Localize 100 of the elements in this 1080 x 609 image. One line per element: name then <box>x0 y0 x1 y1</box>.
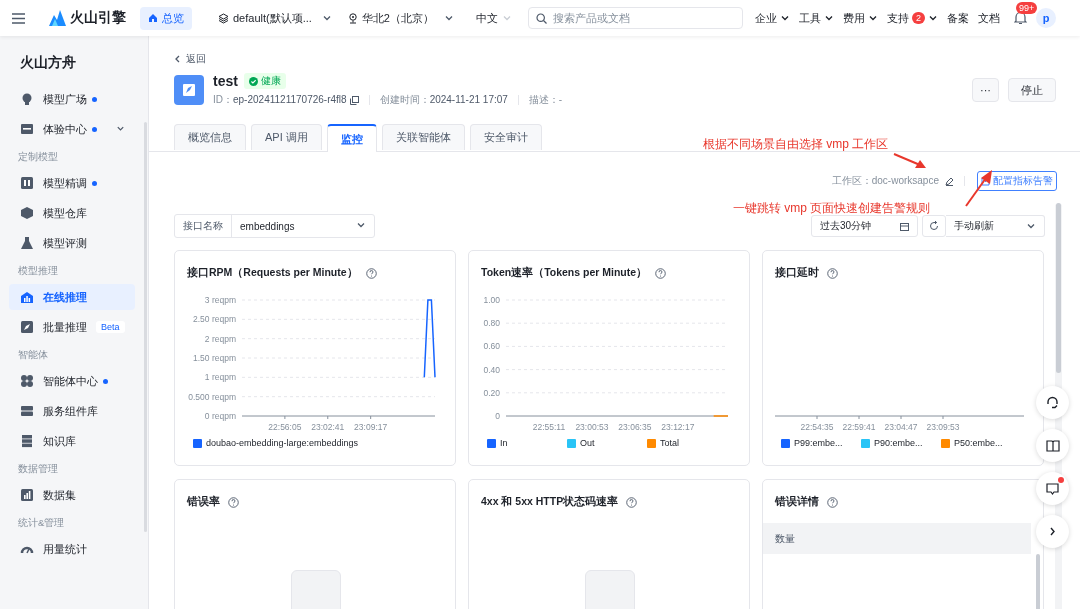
x-tick-label: 23:06:35 <box>618 422 652 432</box>
edit-icon[interactable] <box>945 176 954 186</box>
home-button[interactable]: 总览 <box>140 6 192 30</box>
layers-icon <box>218 12 229 24</box>
help-icon[interactable] <box>626 496 638 508</box>
four-dots-icon <box>20 374 34 388</box>
language-selector[interactable]: 中文 <box>472 10 516 26</box>
support-button[interactable] <box>1036 386 1069 419</box>
y-tick-label: 0.60 <box>483 341 500 352</box>
x-tick-label: 23:04:47 <box>884 422 918 432</box>
annotation-arrow <box>964 168 994 208</box>
id-text: ID：ep-20241121170726-r4fl8 <box>213 93 347 107</box>
legend-label[interactable]: P50:embe... <box>954 438 1003 448</box>
chart-icon <box>20 488 34 502</box>
chevron-left-icon <box>174 55 181 63</box>
workspace-text: 工作区：doc-worksapce <box>831 174 939 188</box>
stop-button[interactable]: 停止 <box>1008 78 1056 102</box>
x-tick-label: 23:02:41 <box>311 422 345 432</box>
nav-link[interactable]: 备案 <box>947 10 969 26</box>
sidebar-item[interactable]: 批量推理 Beta <box>9 314 135 340</box>
sidebar-item[interactable]: 知识库 <box>9 428 135 454</box>
annotation-text: 根据不同场景自由选择 vmp 工作区 <box>703 136 889 153</box>
sidebar-item[interactable]: 服务组件库 <box>9 398 135 424</box>
chevron-down-icon <box>356 220 366 230</box>
refresh-mode-select[interactable]: 手动刷新 <box>946 215 1045 237</box>
y-tick-label: 2.50 reqpm <box>193 314 236 325</box>
back-link[interactable]: 返回 <box>174 52 206 66</box>
section-heading: 统计&管理 <box>18 517 65 530</box>
x-tick-label: 22:54:35 <box>800 422 834 432</box>
nav-menu[interactable]: 工具 <box>799 10 834 26</box>
nav-menu[interactable]: 支持 2 <box>887 10 938 26</box>
help-icon[interactable] <box>827 496 838 508</box>
tab[interactable]: 关联智能体 <box>381 124 465 150</box>
help-icon[interactable] <box>365 267 377 279</box>
sidebar-item[interactable]: 模型广场 <box>9 86 135 112</box>
search-icon <box>536 13 547 24</box>
nav-link[interactable]: 文档 <box>978 10 1000 26</box>
x-tick-label: 23:09:53 <box>926 422 960 432</box>
sidebar-item[interactable]: 模型仓库 <box>9 200 135 226</box>
time-range-picker[interactable]: 过去30分钟 <box>811 215 918 237</box>
help-icon[interactable] <box>228 496 239 508</box>
y-tick-label: 0 reqpm <box>204 411 236 421</box>
alert-config-button[interactable]: 配置指标告警 <box>977 171 1057 191</box>
y-tick-label: 1.50 reqpm <box>193 353 236 363</box>
created-text: 创建时间：2024-11-21 17:07 <box>379 93 508 107</box>
sidebar-item[interactable]: 在线推理 <box>9 284 135 310</box>
chevron-icon[interactable] <box>116 124 125 133</box>
y-tick-label: 3 reqpm <box>204 295 236 305</box>
refresh-button[interactable] <box>922 215 946 237</box>
tab[interactable]: 监控 <box>326 124 377 152</box>
sidebar-item[interactable]: 智能体中心 <box>9 368 135 394</box>
legend-label[interactable]: P99:embe... <box>794 438 843 448</box>
section-heading: 模型推理 <box>18 265 58 278</box>
bell-icon[interactable] <box>1013 11 1027 25</box>
message-icon <box>1046 482 1059 495</box>
logo-icon[interactable] <box>49 10 66 26</box>
sidebar-item[interactable]: 模型评测 <box>9 230 135 256</box>
location-icon <box>347 12 358 24</box>
cube-icon <box>20 206 34 220</box>
project-selector[interactable]: default(默认项... <box>214 10 336 26</box>
tab[interactable]: 安全审计 <box>469 124 542 150</box>
sidebar-item[interactable]: 体验中心 <box>9 116 135 142</box>
chevron-down-icon <box>868 13 878 23</box>
chevron-down-icon <box>321 13 332 23</box>
tab[interactable]: 概览信息 <box>174 124 246 150</box>
y-tick-label: 0 <box>495 411 500 421</box>
user-avatar[interactable]: p <box>1036 8 1056 28</box>
flask-icon <box>20 236 34 250</box>
region-selector[interactable]: 华北2（北京） <box>343 10 458 26</box>
chevron-down-icon <box>444 13 454 23</box>
tab[interactable]: API 调用 <box>251 124 322 150</box>
server-icon <box>20 434 34 448</box>
notification-badge: 99+ <box>1016 2 1038 14</box>
sidebar-item[interactable]: 模型精调 <box>9 170 135 196</box>
search-field[interactable]: 搜索产品或文档 <box>528 7 743 29</box>
logo-text[interactable]: 火山引擎 <box>70 9 126 27</box>
legend-label[interactable]: Total <box>660 438 679 448</box>
y-tick-label: 1.00 <box>483 295 500 305</box>
interface-select[interactable]: 接口名称 embeddings <box>174 214 375 238</box>
sidebar-item[interactable]: 数据集 <box>9 482 135 508</box>
more-button[interactable]: ··· <box>972 78 999 102</box>
menu-icon[interactable] <box>12 12 25 24</box>
legend-label[interactable]: doubao-embedding-large:embeddings <box>206 438 359 448</box>
card-title: Token速率（Tokens per Minute） <box>481 266 648 280</box>
legend-label[interactable]: Out <box>580 438 595 448</box>
external-link-icon <box>981 176 990 186</box>
help-icon[interactable] <box>827 267 838 279</box>
sidebar-item[interactable]: 用量统计 <box>9 536 135 562</box>
y-tick-label: 0.20 <box>483 387 500 398</box>
nav-menu[interactable]: 企业 <box>755 10 790 26</box>
docs-button[interactable] <box>1036 429 1069 462</box>
table-header: 数量 <box>763 523 1031 554</box>
legend-label[interactable]: In <box>500 438 508 448</box>
copy-icon[interactable] <box>349 95 359 105</box>
help-icon[interactable] <box>655 267 667 279</box>
nav-menu[interactable]: 费用 <box>843 10 878 26</box>
x-tick-label: 23:00:53 <box>575 422 609 432</box>
feedback-button[interactable] <box>1036 472 1069 505</box>
x-tick-label: 23:09:17 <box>354 422 388 432</box>
legend-label[interactable]: P90:embe... <box>874 438 923 448</box>
